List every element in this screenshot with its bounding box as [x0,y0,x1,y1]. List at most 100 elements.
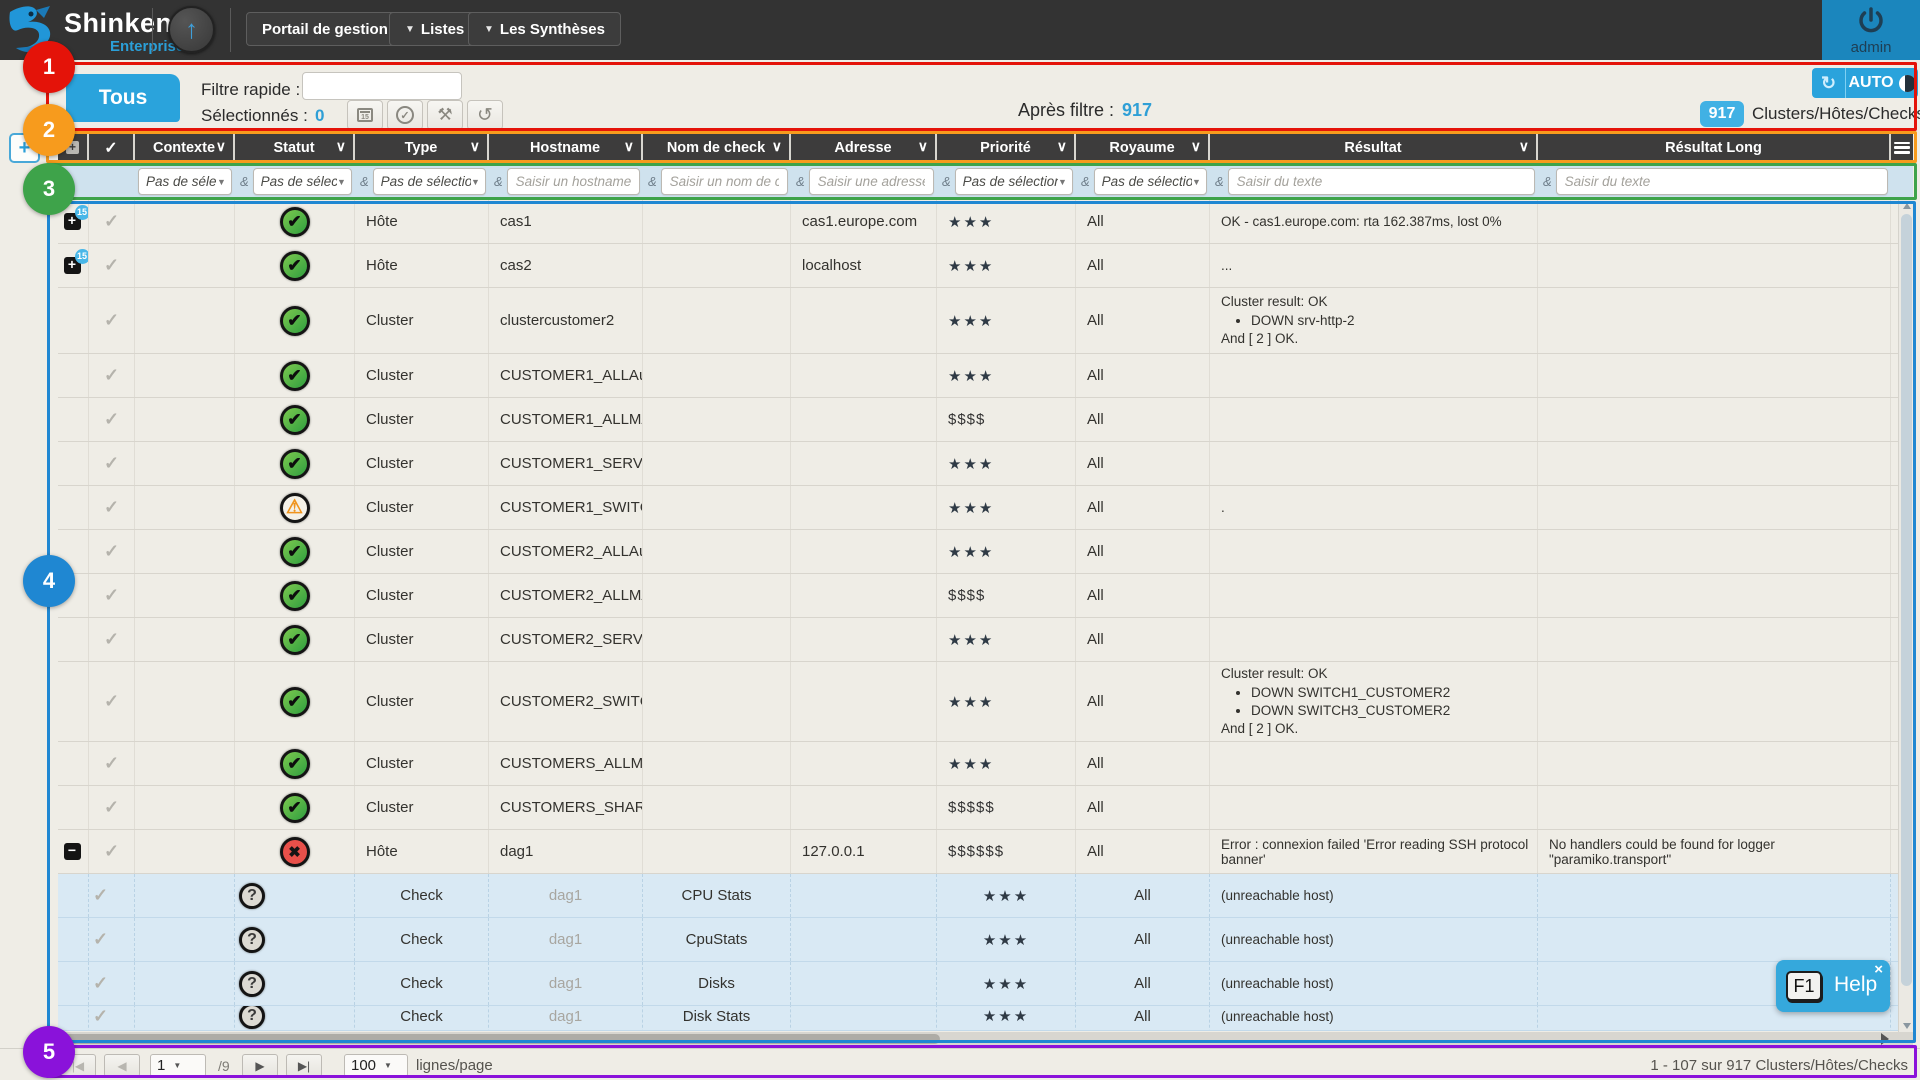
undo-button[interactable]: ↺ [467,100,503,130]
cell-select[interactable]: ✓ [89,662,135,741]
cell-select[interactable]: ✓ [89,962,135,1005]
table-row[interactable]: −✓✖Hôtedag1127.0.0.1$$$$$$AllError : con… [58,830,1913,874]
table-row[interactable]: ✓?Checkdag1Disk Stats★★★All(unreachable … [58,1006,1913,1031]
sort-chevron-icon[interactable]: ∨ [624,138,634,155]
row-select-check-icon[interactable]: ✓ [93,973,108,994]
row-select-check-icon[interactable]: ✓ [104,211,119,232]
filter-check-input[interactable] [661,168,788,195]
row-select-check-icon[interactable]: ✓ [93,885,108,906]
sort-chevron-icon[interactable]: ∨ [1191,138,1201,155]
filter-royaume-select[interactable]: Pas de sélection▼ [1094,168,1207,195]
row-select-check-icon[interactable]: ✓ [104,585,119,606]
calendar-button[interactable]: 15 [347,100,383,130]
row-select-check-icon[interactable]: ✓ [104,841,119,862]
last-page-button[interactable]: ▶| [286,1054,322,1077]
column-header-type[interactable]: Type∨ [355,132,489,163]
row-select-check-icon[interactable]: ✓ [93,929,108,950]
sort-chevron-icon[interactable]: ∨ [216,138,226,155]
column-header-royaume[interactable]: Royaume∨ [1076,132,1210,163]
expand-row-button[interactable]: +15 [64,257,81,274]
sort-chevron-icon[interactable]: ∨ [772,138,782,155]
sort-chevron-icon[interactable]: ∨ [1057,138,1067,155]
column-header-check[interactable]: Nom de check∨ [643,132,791,163]
row-select-check-icon[interactable]: ✓ [104,310,119,331]
sort-chevron-icon[interactable]: ∨ [918,138,928,155]
row-select-check-icon[interactable]: ✓ [104,541,119,562]
acknowledge-button[interactable]: ✓ [387,100,423,130]
table-row[interactable]: ✓?Checkdag1CpuStats★★★All(unreachable ho… [58,918,1913,962]
cell-select[interactable]: ✓ [89,200,135,243]
cell-select[interactable]: ✓ [89,918,135,961]
column-menu-icon[interactable] [1894,142,1910,154]
table-row[interactable]: ✓✔ClusterCUSTOMER1_ALLAuto★★★All [58,354,1913,398]
row-select-check-icon[interactable]: ✓ [104,255,119,276]
table-row[interactable]: +15✓✔Hôtecas1cas1.europe.com★★★AllOK - c… [58,200,1913,244]
column-header-contexte[interactable]: Contexte∨ [135,132,235,163]
row-select-check-icon[interactable]: ✓ [104,629,119,650]
tools-button[interactable]: ⚒ [427,100,463,130]
next-page-button[interactable]: ▶ [242,1054,278,1077]
column-header-statut[interactable]: Statut∨ [235,132,355,163]
table-row[interactable]: ✓⚠ClusterCUSTOMER1_SWITCH★★★All. [58,486,1913,530]
quick-filter-input[interactable] [302,72,462,100]
row-select-check-icon[interactable]: ✓ [93,1006,108,1027]
table-row[interactable]: ✓✔ClusterCUSTOMER1_SERVERS★★★All [58,442,1913,486]
cell-select[interactable]: ✓ [89,354,135,397]
refresh-button[interactable]: ↻ [1812,68,1846,98]
row-select-check-icon[interactable]: ✓ [104,797,119,818]
row-select-check-icon[interactable]: ✓ [104,753,119,774]
collapse-row-button[interactable]: − [64,843,81,860]
cell-select[interactable]: ✓ [89,1006,135,1031]
cell-select[interactable]: ✓ [89,874,135,917]
menu-portail-de-gestion[interactable]: Portail de gestion [246,12,404,46]
expand-all-icon[interactable] [66,141,79,154]
menu-listes[interactable]: ▼Listes [389,12,480,46]
filter-statut-select[interactable]: Pas de sélection▼ [253,168,352,195]
column-header-hostname[interactable]: Hostname∨ [489,132,643,163]
sort-chevron-icon[interactable]: ∨ [1519,138,1529,155]
table-row[interactable]: ✓✔ClusterCUSTOMERS_SHARED$$$$$All [58,786,1913,830]
prev-page-button[interactable]: ◀ [104,1054,140,1077]
cell-select[interactable]: ✓ [89,442,135,485]
expand-row-button[interactable]: +15 [64,213,81,230]
cell-select[interactable]: ✓ [89,244,135,287]
cell-select[interactable]: ✓ [89,530,135,573]
table-row[interactable]: ✓✔ClusterCUSTOMER2_SERVERS★★★All [58,618,1913,662]
first-page-button[interactable]: |◀ [60,1054,96,1077]
auto-refresh-toggle[interactable]: AUTO [1846,68,1918,98]
column-header-resultat_long[interactable]: Résultat Long [1538,132,1891,163]
cell-select[interactable]: ✓ [89,742,135,785]
filter-resultat-input[interactable] [1228,168,1535,195]
column-header-menu[interactable] [1891,132,1913,163]
scroll-down-icon[interactable] [1903,1023,1911,1029]
cell-select[interactable]: ✓ [89,618,135,661]
sort-chevron-icon[interactable]: ∨ [470,138,480,155]
filter-contexte-select[interactable]: Pas de sélection▼ [138,168,232,195]
vertical-scrollbar[interactable] [1898,200,1914,1032]
column-header-adresse[interactable]: Adresse∨ [791,132,937,163]
table-row[interactable]: ✓✔ClusterCUSTOMER2_SWITCH★★★AllCluster r… [58,662,1913,742]
menu-les-syntheses[interactable]: ▼Les Synthèses [468,12,621,46]
select-all-check-icon[interactable]: ✓ [104,138,117,158]
horizontal-scrollbar-thumb[interactable] [60,1034,940,1044]
table-row[interactable]: ✓?Checkdag1CPU Stats★★★All(unreachable h… [58,874,1913,918]
tous-tab[interactable]: Tous [66,74,180,122]
scroll-top-button[interactable]: ↑ [168,6,215,53]
filter-adresse-input[interactable] [809,168,934,195]
table-row[interactable]: ✓✔ClusterCUSTOMERS_ALLMANU★★★All [58,742,1913,786]
column-header-resultat[interactable]: Résultat∨ [1210,132,1538,163]
filter-hostname-input[interactable] [507,168,640,195]
table-row[interactable]: +15✓✔Hôtecas2localhost★★★All... [58,244,1913,288]
table-row[interactable]: ✓✔ClusterCUSTOMER2_ALLMANU$$$$All [58,574,1913,618]
sort-chevron-icon[interactable]: ∨ [336,138,346,155]
table-row[interactable]: ✓✔Clusterclustercustomer2★★★AllCluster r… [58,288,1913,354]
row-select-check-icon[interactable]: ✓ [104,409,119,430]
cell-select[interactable]: ✓ [89,288,135,353]
close-icon[interactable]: × [1874,961,1883,978]
row-select-check-icon[interactable]: ✓ [104,365,119,386]
cell-select[interactable]: ✓ [89,574,135,617]
help-widget[interactable]: F1 Help × [1776,960,1890,1012]
filter-type-select[interactable]: Pas de sélection▼ [373,168,486,195]
column-header-priorite[interactable]: Priorité∨ [937,132,1076,163]
cell-select[interactable]: ✓ [89,830,135,873]
